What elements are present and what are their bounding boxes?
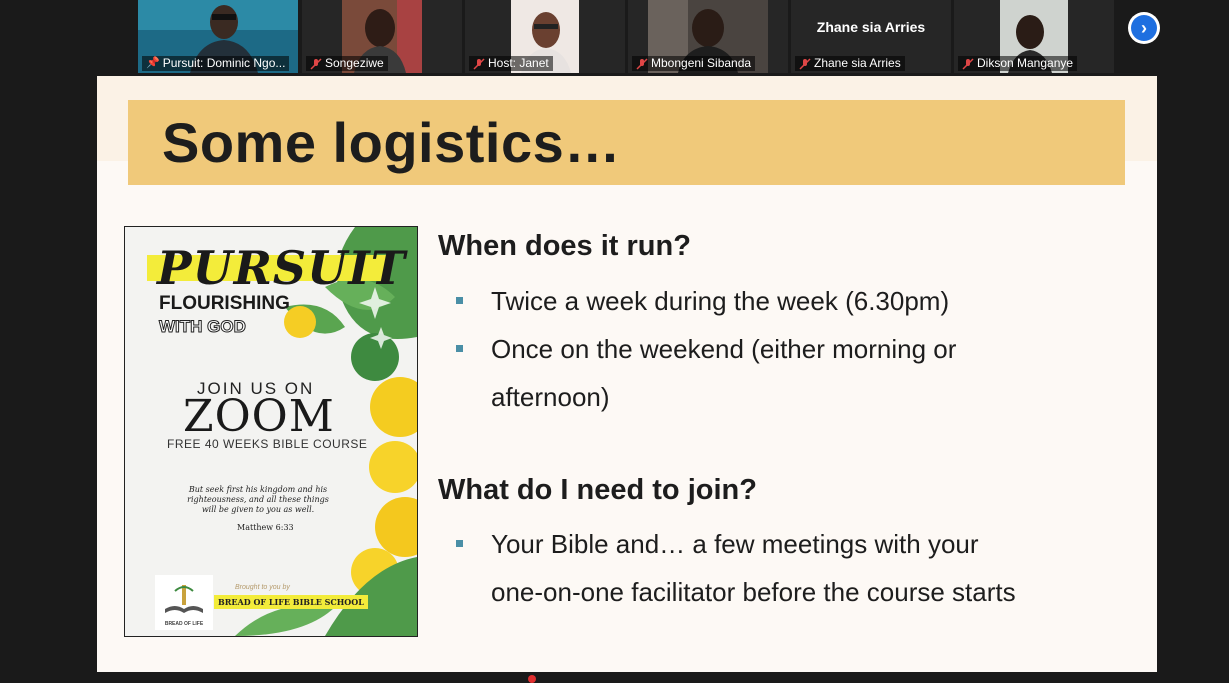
bullet-text-continued: afternoon)	[491, 382, 610, 412]
section-heading: When does it run?	[438, 230, 691, 262]
muted-mic-icon	[799, 57, 811, 70]
participant-tile[interactable]: Songeziwe	[302, 0, 462, 73]
next-participants-button[interactable]: ›	[1128, 12, 1160, 44]
bullet-marker	[456, 540, 463, 547]
bullet-text: Twice a week during the week (6.30pm)	[491, 286, 950, 316]
participant-name: Dikson Manganye	[977, 56, 1074, 70]
school-logo: BREAD OF LIFE	[155, 575, 213, 630]
participant-name: Zhane sia Arries	[814, 56, 901, 70]
participant-strip: 📌 Pursuit: Dominic Ngo... Songeziwe Host…	[0, 0, 1229, 76]
participant-nameplate: 📌 Pursuit: Dominic Ngo...	[142, 56, 290, 71]
muted-mic-icon	[636, 57, 648, 70]
poster-title: PURSUIT	[157, 241, 407, 295]
participant-name: Pursuit: Dominic Ngo...	[162, 56, 286, 70]
poster-subtitle: FLOURISHING	[159, 293, 290, 314]
muted-mic-icon	[962, 57, 974, 70]
bullet-marker	[456, 297, 463, 304]
bottom-toolbar-edge	[0, 672, 1229, 679]
participant-name-display: Zhane sia Arries	[816, 19, 926, 35]
logo-text: BREAD OF LIFE	[164, 621, 204, 627]
poster-zoom-text: ZOOM	[183, 391, 335, 442]
poster-course-text: FREE 40 WEEKS BIBLE COURSE	[167, 437, 368, 451]
participant-tile[interactable]: Dikson Manganye	[954, 0, 1114, 73]
muted-mic-icon	[310, 57, 322, 70]
title-bar: Some logistics…	[128, 100, 1125, 185]
section-heading: What do I need to join?	[438, 474, 757, 506]
participant-tile[interactable]: Host: Janet	[465, 0, 625, 73]
participant-tile[interactable]: Mbongeni Sibanda	[628, 0, 788, 73]
pin-icon: 📌	[146, 57, 160, 69]
participant-nameplate: Mbongeni Sibanda	[632, 56, 756, 71]
chevron-right-icon: ›	[1131, 15, 1157, 41]
participant-nameplate: Zhane sia Arries	[795, 56, 905, 71]
participant-tile[interactable]: 📌 Pursuit: Dominic Ngo...	[138, 0, 298, 73]
poster-school-name: BREAD OF LIFE BIBLE SCHOOL	[214, 595, 368, 609]
book-icon	[165, 585, 203, 613]
participant-name: Mbongeni Sibanda	[651, 56, 752, 70]
poster-verse-ref: Matthew 6:33	[237, 523, 294, 532]
participant-nameplate: Songeziwe	[306, 56, 388, 71]
participant-name: Host: Janet	[488, 56, 549, 70]
muted-mic-icon	[473, 57, 485, 70]
course-poster: PURSUIT FLOURISHING WITH GOD JOIN US ON …	[124, 226, 418, 637]
bullet-text: Your Bible and… a few meetings with your	[491, 529, 979, 559]
poster-verse: But seek first his kingdom and his right…	[187, 485, 329, 514]
slide-title: Some logistics…	[162, 111, 621, 174]
poster-brought-by: Brought to you by	[235, 584, 290, 591]
notification-dot	[528, 675, 536, 683]
bullet-marker	[456, 345, 463, 352]
participant-nameplate: Host: Janet	[469, 56, 553, 71]
bullet-text-continued: one-on-one facilitator before the course…	[491, 577, 1016, 607]
participant-nameplate: Dikson Manganye	[958, 56, 1078, 71]
shared-slide: Some logistics… PURSUIT FLOURISHING WITH…	[97, 76, 1157, 672]
bullet-text: Once on the weekend (either morning or	[491, 334, 957, 364]
poster-subtitle-2: WITH GOD	[159, 317, 247, 337]
participant-tile[interactable]: Zhane sia Arries Zhane sia Arries	[791, 0, 951, 73]
participant-name: Songeziwe	[325, 56, 384, 70]
